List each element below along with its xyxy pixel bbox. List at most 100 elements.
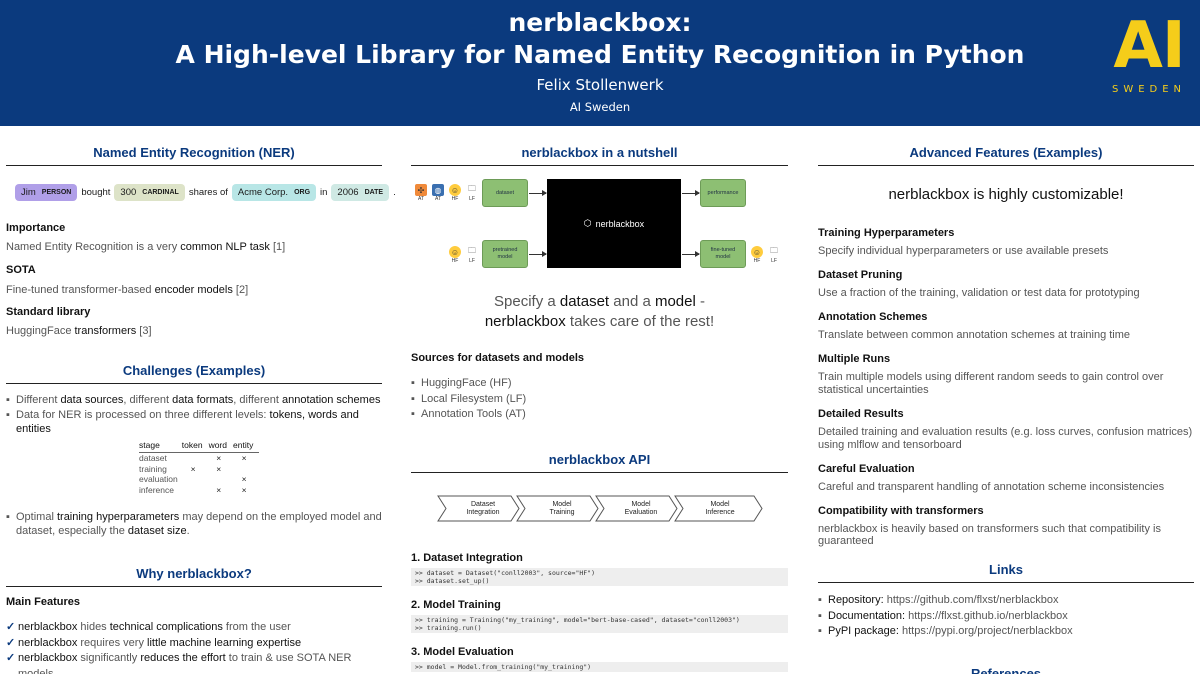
sota-heading: SOTA bbox=[6, 264, 36, 276]
annotation-tool-icon: ✣ AT bbox=[415, 184, 427, 202]
link-pypi[interactable]: ▪ PyPI package: https://pypi.org/project/… bbox=[818, 624, 1194, 640]
list-item: ▪ Local Filesystem (LF) bbox=[411, 392, 527, 405]
importance-text: Named Entity Recognition is a very commo… bbox=[6, 241, 286, 253]
features-list: ✓ nerblackbox hides technical complicatio… bbox=[6, 620, 382, 674]
sota-text: Fine-tuned transformer-based encoder mod… bbox=[6, 284, 249, 296]
table-header-row: stage token word entity bbox=[139, 440, 260, 453]
section-title-api: nerblackbox API bbox=[411, 452, 788, 473]
arrow bbox=[529, 251, 547, 257]
table-cell: × bbox=[241, 484, 247, 495]
levels-table: stage token word entity dataset × × training × ×… bbox=[139, 440, 260, 496]
table-cell bbox=[182, 474, 209, 485]
arrow bbox=[682, 190, 700, 196]
section-title-advanced: Advanced Features (Examples) bbox=[818, 145, 1194, 166]
section-title-ner: Named Entity Recognition (NER) bbox=[6, 145, 382, 166]
poster-title-line2: A High-level Library for Named Entity Re… bbox=[175, 40, 1025, 69]
folder-icon: 🗀 LF bbox=[768, 246, 780, 264]
table-cell bbox=[209, 474, 233, 485]
step2-code: >> training = Training("my_training", mo… bbox=[411, 615, 788, 633]
section-title-challenges: Challenges (Examples) bbox=[6, 363, 382, 384]
check-icon: ✓ bbox=[6, 636, 16, 649]
section-title-links: Links bbox=[818, 562, 1194, 583]
link-repository[interactable]: ▪ Repository: https://github.com/flxst/ne… bbox=[818, 593, 1194, 609]
link-documentation[interactable]: ▪ Documentation: https://flxst.github.io/… bbox=[818, 609, 1194, 625]
entity-date: 2006 DATE bbox=[331, 184, 390, 201]
step3-code: >> model = Model.from_training("my_train… bbox=[411, 662, 788, 672]
table-cell: dataset bbox=[139, 453, 167, 463]
sources-list: ▪ HuggingFace (HF) ▪ Local Filesystem (LF)… bbox=[411, 376, 526, 423]
feature-item: Multiple Runs Train multiple models using… bbox=[818, 353, 1164, 396]
ner-word: . bbox=[393, 187, 396, 198]
feature-item: Training Hyperparameters Specify individu… bbox=[818, 227, 1109, 257]
check-icon: ✓ bbox=[6, 621, 16, 633]
cube-icon: ⬡ bbox=[583, 218, 592, 228]
list-item: ✓ nerblackbox hides technical complicatio… bbox=[6, 620, 382, 636]
section-title-nutshell: nerblackbox in a nutshell bbox=[411, 145, 788, 166]
poster-title-line1: nerblackbox: bbox=[508, 8, 692, 37]
table-cell: × bbox=[216, 484, 222, 495]
links-list: ▪ Repository: https://github.com/flxst/ne… bbox=[818, 593, 1194, 640]
feature-item: Compatibility with transformers nerblackb… bbox=[818, 505, 1161, 547]
ner-word: shares of bbox=[188, 187, 228, 198]
table-cell: × bbox=[241, 453, 247, 463]
list-item: ▪ Different data sources, different data … bbox=[6, 394, 381, 406]
arrow bbox=[529, 190, 547, 196]
section-title-why: Why nerblackbox? bbox=[6, 566, 382, 587]
annotation-tool-icon: ◍ AT bbox=[432, 184, 444, 202]
list-item: ▪ Annotation Tools (AT) bbox=[411, 408, 526, 420]
table-row: training × × bbox=[139, 464, 259, 475]
ner-word: in bbox=[320, 187, 328, 198]
table-header-cell: entity bbox=[233, 440, 260, 453]
logo-text: AI bbox=[1113, 9, 1185, 83]
table-cell: × bbox=[216, 463, 222, 474]
feature-item: Careful Evaluation Careful and transparen… bbox=[818, 463, 1165, 493]
table-row: evaluation × bbox=[139, 474, 259, 485]
feature-item: Dataset Pruning Use a fraction of the tra… bbox=[818, 269, 1140, 299]
column-right: Advanced Features (Examples) nerblackbox… bbox=[818, 126, 1194, 674]
ner-example: Jim PERSON bought 300 CARDINAL shares of A… bbox=[15, 184, 396, 201]
table-cell bbox=[233, 464, 259, 475]
poster-header: nerblackbox: A High-level Library for Na… bbox=[0, 0, 1200, 126]
folder-icon: 🗀 LF bbox=[466, 246, 478, 264]
stdlib-text: HuggingFace transformers [3] bbox=[6, 325, 152, 337]
advanced-features-list: Training Hyperparameters Specify individu… bbox=[818, 227, 1194, 547]
author-name: Felix Stollenwerk bbox=[536, 76, 664, 94]
pretrained-model-box: pretrained model bbox=[482, 240, 528, 268]
section-title-references: References bbox=[970, 666, 1042, 674]
pipeline-label: Dataset Integration bbox=[466, 501, 500, 516]
stdlib-heading: Standard library bbox=[6, 306, 91, 318]
ai-sweden-logo: AI SWEDEN bbox=[1106, 14, 1192, 95]
column-middle: nerblackbox in a nutshell ✣ AT ◍ AT ☺ HF 🗀 L… bbox=[411, 126, 788, 674]
affiliation: AI Sweden bbox=[569, 100, 631, 114]
step3-heading: 3. Model Evaluation bbox=[411, 646, 514, 658]
challenges-list-2: ▪ Optimal training hyperparameters may de… bbox=[6, 510, 382, 538]
list-item: ▪ Optimal training hyperparameters may de… bbox=[6, 511, 382, 537]
pipeline-label: Model Training bbox=[549, 501, 575, 516]
table-cell bbox=[182, 485, 209, 496]
table-cell: × bbox=[190, 463, 196, 474]
nutshell-tagline: Specify a dataset and a model - nerblack… bbox=[484, 293, 715, 330]
list-item: ▪ Data for NER is processed on three diff… bbox=[6, 409, 359, 435]
folder-icon: 🗀 LF bbox=[466, 184, 478, 202]
pipeline-label: Model Inference bbox=[705, 501, 735, 516]
table-cell: inference bbox=[139, 484, 174, 495]
performance-box: performance bbox=[700, 179, 746, 207]
table-row: dataset × × bbox=[139, 453, 259, 464]
list-item: ✓ nerblackbox requires very little machin… bbox=[6, 636, 382, 652]
huggingface-icon: ☺ HF bbox=[449, 246, 461, 264]
entity-cardinal: 300 CARDINAL bbox=[114, 184, 185, 201]
dataset-box: dataset bbox=[482, 179, 528, 207]
logo-subtext: SWEDEN bbox=[1111, 84, 1187, 95]
table-cell: × bbox=[241, 474, 247, 484]
nerblackbox-box: ⬡ nerblackbox bbox=[547, 179, 681, 268]
column-left: Named Entity Recognition (NER) Jim PERSON… bbox=[6, 126, 396, 674]
sources-heading: Sources for datasets and models bbox=[411, 352, 584, 364]
advanced-tagline: nerblackbox is highly customizable! bbox=[888, 186, 1124, 203]
table-header-cell: token bbox=[181, 440, 209, 453]
list-item: ▪ HuggingFace (HF) bbox=[411, 377, 512, 389]
feature-item: Detailed Results Detailed training and ev… bbox=[818, 408, 1193, 451]
table-row: inference × × bbox=[139, 485, 259, 496]
table-header-cell: stage bbox=[139, 440, 182, 453]
ner-word: bought bbox=[81, 187, 111, 198]
step1-heading: 1. Dataset Integration bbox=[411, 552, 523, 564]
